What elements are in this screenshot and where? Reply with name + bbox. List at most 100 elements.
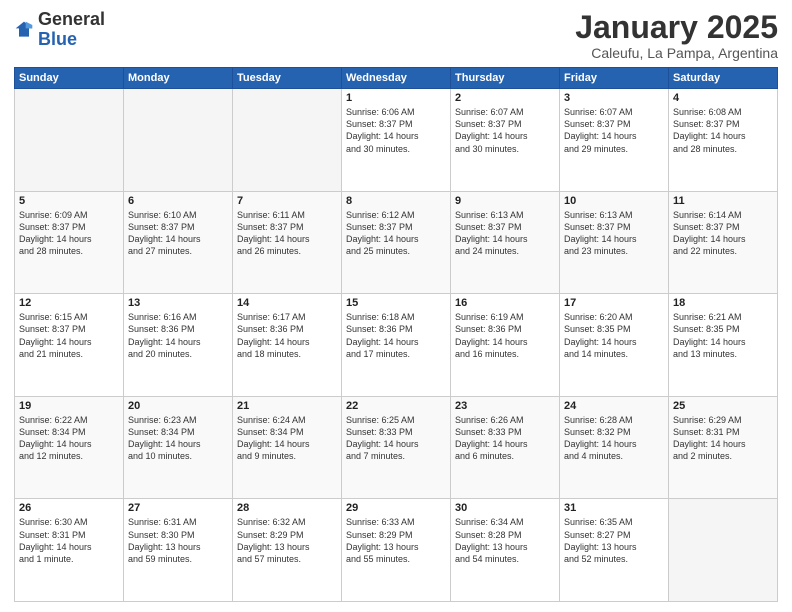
header-monday: Monday — [124, 68, 233, 89]
cell-1-1: 6 Sunrise: 6:10 AM Sunset: 8:37 PM Daylig… — [124, 191, 233, 294]
day-number-12: 12 — [19, 297, 119, 309]
calendar-header: Sunday Monday Tuesday Wednesday Thursday… — [15, 68, 778, 89]
cell-4-1: 27 Sunrise: 6:31 AM Sunset: 8:30 PM Dayli… — [124, 499, 233, 602]
day-info-7: Sunrise: 6:11 AM Sunset: 8:37 PM Dayligh… — [237, 209, 337, 258]
cell-1-0: 5 Sunrise: 6:09 AM Sunset: 8:37 PM Daylig… — [15, 191, 124, 294]
day-info-30: Sunrise: 6:34 AM Sunset: 8:28 PM Dayligh… — [455, 516, 555, 565]
cell-1-3: 8 Sunrise: 6:12 AM Sunset: 8:37 PM Daylig… — [342, 191, 451, 294]
day-info-28: Sunrise: 6:32 AM Sunset: 8:29 PM Dayligh… — [237, 516, 337, 565]
day-info-21: Sunrise: 6:24 AM Sunset: 8:34 PM Dayligh… — [237, 414, 337, 463]
header-friday: Friday — [560, 68, 669, 89]
day-info-18: Sunrise: 6:21 AM Sunset: 8:35 PM Dayligh… — [673, 311, 773, 360]
cell-1-4: 9Sunrise: 6:13 AM Sunset: 8:37 PM Daylig… — [451, 191, 560, 294]
day-number-26: 26 — [19, 502, 119, 514]
day-number-5: 5 — [19, 195, 119, 207]
day-info-29: Sunrise: 6:33 AM Sunset: 8:29 PM Dayligh… — [346, 516, 446, 565]
cell-3-2: 21Sunrise: 6:24 AM Sunset: 8:34 PM Dayli… — [233, 396, 342, 499]
day-number-15: 15 — [346, 297, 446, 309]
day-number-27: 27 — [128, 502, 228, 514]
cell-2-4: 16 Sunrise: 6:19 AM Sunset: 8:36 PM Dayli… — [451, 294, 560, 397]
cell-0-1 — [124, 89, 233, 192]
day-number-2: 2 — [455, 92, 555, 104]
day-number-23: 23 — [455, 400, 555, 412]
day-info-13: Sunrise: 6:16 AM Sunset: 8:36 PM Dayligh… — [128, 311, 228, 360]
cell-3-0: 19Sunrise: 6:22 AM Sunset: 8:34 PM Dayli… — [15, 396, 124, 499]
cell-4-5: 31 Sunrise: 6:35 AM Sunset: 8:27 PM Dayli… — [560, 499, 669, 602]
cell-1-6: 11Sunrise: 6:14 AM Sunset: 8:37 PM Dayli… — [669, 191, 778, 294]
day-number-22: 22 — [346, 400, 446, 412]
day-number-7: 7 — [237, 195, 337, 207]
day-number-29: 29 — [346, 502, 446, 514]
day-info-10: Sunrise: 6:13 AM Sunset: 8:37 PM Dayligh… — [564, 209, 664, 258]
day-info-3: Sunrise: 6:07 AM Sunset: 8:37 PM Dayligh… — [564, 106, 664, 155]
header-tuesday: Tuesday — [233, 68, 342, 89]
top-section: General Blue January 2025 Caleufu, La Pa… — [14, 10, 778, 61]
cell-3-1: 20 Sunrise: 6:23 AM Sunset: 8:34 PM Dayli… — [124, 396, 233, 499]
day-info-2: Sunrise: 6:07 AM Sunset: 8:37 PM Dayligh… — [455, 106, 555, 155]
calendar-subtitle: Caleufu, La Pampa, Argentina — [575, 45, 778, 61]
day-number-30: 30 — [455, 502, 555, 514]
day-info-11: Sunrise: 6:14 AM Sunset: 8:37 PM Dayligh… — [673, 209, 773, 258]
cell-4-2: 28Sunrise: 6:32 AM Sunset: 8:29 PM Dayli… — [233, 499, 342, 602]
calendar-table: Sunday Monday Tuesday Wednesday Thursday… — [14, 67, 778, 602]
day-info-8: Sunrise: 6:12 AM Sunset: 8:37 PM Dayligh… — [346, 209, 446, 258]
cell-4-4: 30 Sunrise: 6:34 AM Sunset: 8:28 PM Dayli… — [451, 499, 560, 602]
cell-4-6 — [669, 499, 778, 602]
day-info-4: Sunrise: 6:08 AM Sunset: 8:37 PM Dayligh… — [673, 106, 773, 155]
week-row-0: 1 Sunrise: 6:06 AM Sunset: 8:37 PM Daylig… — [15, 89, 778, 192]
cell-2-3: 15 Sunrise: 6:18 AM Sunset: 8:36 PM Dayli… — [342, 294, 451, 397]
day-info-27: Sunrise: 6:31 AM Sunset: 8:30 PM Dayligh… — [128, 516, 228, 565]
day-number-25: 25 — [673, 400, 773, 412]
weekday-header-row: Sunday Monday Tuesday Wednesday Thursday… — [15, 68, 778, 89]
cell-1-5: 10 Sunrise: 6:13 AM Sunset: 8:37 PM Dayli… — [560, 191, 669, 294]
header-sunday: Sunday — [15, 68, 124, 89]
day-number-20: 20 — [128, 400, 228, 412]
day-number-6: 6 — [128, 195, 228, 207]
cell-2-5: 17Sunrise: 6:20 AM Sunset: 8:35 PM Dayli… — [560, 294, 669, 397]
day-info-15: Sunrise: 6:18 AM Sunset: 8:36 PM Dayligh… — [346, 311, 446, 360]
day-number-31: 31 — [564, 502, 664, 514]
day-info-25: Sunrise: 6:29 AM Sunset: 8:31 PM Dayligh… — [673, 414, 773, 463]
cell-2-6: 18 Sunrise: 6:21 AM Sunset: 8:35 PM Dayli… — [669, 294, 778, 397]
cell-4-0: 26Sunrise: 6:30 AM Sunset: 8:31 PM Dayli… — [15, 499, 124, 602]
day-info-31: Sunrise: 6:35 AM Sunset: 8:27 PM Dayligh… — [564, 516, 664, 565]
day-number-8: 8 — [346, 195, 446, 207]
day-info-23: Sunrise: 6:26 AM Sunset: 8:33 PM Dayligh… — [455, 414, 555, 463]
cell-1-2: 7 Sunrise: 6:11 AM Sunset: 8:37 PM Daylig… — [233, 191, 342, 294]
day-number-13: 13 — [128, 297, 228, 309]
day-number-16: 16 — [455, 297, 555, 309]
day-info-1: Sunrise: 6:06 AM Sunset: 8:37 PM Dayligh… — [346, 106, 446, 155]
week-row-4: 26Sunrise: 6:30 AM Sunset: 8:31 PM Dayli… — [15, 499, 778, 602]
cell-2-2: 14Sunrise: 6:17 AM Sunset: 8:36 PM Dayli… — [233, 294, 342, 397]
day-info-16: Sunrise: 6:19 AM Sunset: 8:36 PM Dayligh… — [455, 311, 555, 360]
page: General Blue January 2025 Caleufu, La Pa… — [0, 0, 792, 612]
day-number-1: 1 — [346, 92, 446, 104]
cell-0-2 — [233, 89, 342, 192]
day-info-5: Sunrise: 6:09 AM Sunset: 8:37 PM Dayligh… — [19, 209, 119, 258]
week-row-1: 5 Sunrise: 6:09 AM Sunset: 8:37 PM Daylig… — [15, 191, 778, 294]
logo-icon — [14, 20, 34, 40]
day-info-20: Sunrise: 6:23 AM Sunset: 8:34 PM Dayligh… — [128, 414, 228, 463]
cell-3-6: 25 Sunrise: 6:29 AM Sunset: 8:31 PM Dayli… — [669, 396, 778, 499]
calendar-title: January 2025 — [575, 10, 778, 45]
logo-blue-text: Blue — [38, 29, 77, 49]
cell-0-0 — [15, 89, 124, 192]
logo-general-text: General — [38, 9, 105, 29]
header-wednesday: Wednesday — [342, 68, 451, 89]
day-info-22: Sunrise: 6:25 AM Sunset: 8:33 PM Dayligh… — [346, 414, 446, 463]
day-number-4: 4 — [673, 92, 773, 104]
day-number-24: 24 — [564, 400, 664, 412]
day-number-3: 3 — [564, 92, 664, 104]
logo: General Blue — [14, 10, 105, 50]
day-info-17: Sunrise: 6:20 AM Sunset: 8:35 PM Dayligh… — [564, 311, 664, 360]
cell-2-1: 13 Sunrise: 6:16 AM Sunset: 8:36 PM Dayli… — [124, 294, 233, 397]
cell-0-4: 2 Sunrise: 6:07 AM Sunset: 8:37 PM Daylig… — [451, 89, 560, 192]
day-info-6: Sunrise: 6:10 AM Sunset: 8:37 PM Dayligh… — [128, 209, 228, 258]
day-info-24: Sunrise: 6:28 AM Sunset: 8:32 PM Dayligh… — [564, 414, 664, 463]
header-thursday: Thursday — [451, 68, 560, 89]
cell-3-4: 23 Sunrise: 6:26 AM Sunset: 8:33 PM Dayli… — [451, 396, 560, 499]
logo-text: General Blue — [38, 10, 105, 50]
day-number-18: 18 — [673, 297, 773, 309]
header-saturday: Saturday — [669, 68, 778, 89]
day-number-10: 10 — [564, 195, 664, 207]
